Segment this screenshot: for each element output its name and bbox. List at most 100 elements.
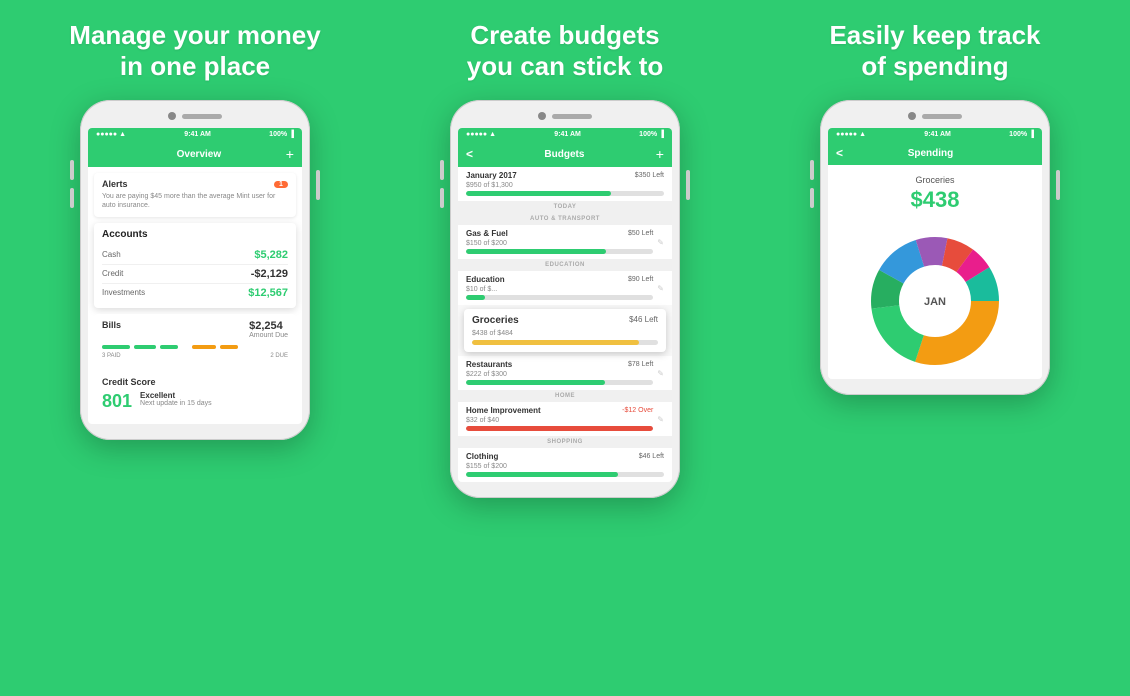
phone-btn-volume-up bbox=[70, 160, 74, 180]
panel-2-title-line2: you can stick to bbox=[467, 51, 664, 81]
panel-1: Manage your money in one place ●●●●● ▲ 9… bbox=[25, 20, 365, 440]
edit-edu-icon[interactable]: ✎ bbox=[657, 284, 664, 293]
alert-title: Alerts bbox=[102, 179, 128, 189]
credit-label: Excellent bbox=[140, 391, 212, 400]
phone-3-top bbox=[828, 112, 1042, 120]
budget-rest-name: Restaurants bbox=[466, 360, 512, 369]
credit-score: 801 bbox=[102, 391, 132, 412]
battery-pct-1: 100% bbox=[269, 131, 287, 138]
credit-sub: Next update in 15 days bbox=[140, 400, 212, 407]
phone-3-btn-volume-down bbox=[810, 188, 814, 208]
donut-container: JAN bbox=[828, 223, 1042, 379]
main-container: Manage your money in one place ●●●●● ▲ 9… bbox=[0, 0, 1130, 696]
phone-2: ●●●●● ▲ 9:41 AM 100% ▐ < Budgets + Janua… bbox=[450, 100, 680, 498]
edit-home-icon[interactable]: ✎ bbox=[657, 415, 664, 424]
credit-title: Credit Score bbox=[102, 377, 288, 387]
panel-2-title: Create budgets you can stick to bbox=[467, 20, 664, 82]
phone-2-screen: ●●●●● ▲ 9:41 AM 100% ▐ < Budgets + Janua… bbox=[458, 128, 672, 482]
phone-2-camera bbox=[538, 112, 546, 120]
phone-2-speaker bbox=[552, 114, 592, 119]
battery-pct-2: 100% bbox=[639, 131, 657, 138]
nav-add-2[interactable]: + bbox=[656, 146, 664, 162]
nav-add-1[interactable]: + bbox=[286, 146, 294, 162]
section-auto: AUTO & TRANSPORT bbox=[458, 213, 672, 225]
battery-icon-1: ▐ bbox=[289, 131, 294, 138]
grocery-left: $46 Left bbox=[629, 315, 658, 326]
bills-paid-label: 3 PAID bbox=[102, 353, 121, 359]
panel-2-title-line1: Create budgets bbox=[470, 20, 659, 50]
panel-1-title: Manage your money in one place bbox=[69, 20, 320, 82]
account-val-cash: $5,282 bbox=[254, 249, 288, 261]
grocery-header: Groceries $46 Left bbox=[472, 315, 658, 326]
account-val-credit: -$2,129 bbox=[251, 268, 288, 280]
signal-icon: ●●●●● ▲ bbox=[96, 131, 126, 138]
budget-gas-left: $50 Left bbox=[628, 230, 653, 237]
account-row-investments: Investments $12,567 bbox=[102, 284, 288, 302]
nav-back-3[interactable]: < bbox=[836, 146, 843, 160]
nav-bar-2: < Budgets + bbox=[458, 141, 672, 167]
budget-edu-track bbox=[466, 295, 653, 300]
phone-1-speaker bbox=[182, 114, 222, 119]
budget-edu-header: Education $90 Left bbox=[466, 275, 653, 284]
bill-bar-due-1 bbox=[192, 345, 216, 349]
phone-3-speaker bbox=[922, 114, 962, 119]
budget-rest-content: Restaurants $78 Left $222 of $300 bbox=[466, 360, 653, 386]
bills-bars bbox=[102, 345, 288, 349]
grocery-track bbox=[472, 340, 658, 345]
bill-bar-paid-1 bbox=[102, 345, 130, 349]
grocery-card: Groceries $46 Left $438 of $484 bbox=[464, 309, 666, 352]
section-home: HOME bbox=[458, 390, 672, 402]
budget-home-content: Home Improvement -$12 Over $32 of $40 bbox=[466, 406, 653, 432]
budget-edu-fill bbox=[466, 295, 485, 300]
edit-rest-icon[interactable]: ✎ bbox=[657, 369, 664, 378]
account-name-investments: Investments bbox=[102, 288, 145, 297]
section-edu: EDUCATION bbox=[458, 259, 672, 271]
phone-2-top bbox=[458, 112, 672, 120]
alert-text: You are paying $45 more than the average… bbox=[102, 192, 288, 210]
spending-category: Groceries bbox=[836, 175, 1034, 185]
bills-amount-group: $2,254 Amount Due bbox=[249, 320, 288, 339]
nav-back-2[interactable]: < bbox=[466, 147, 473, 161]
signal-2-icon: ●●●●● ▲ bbox=[466, 131, 496, 138]
edit-gas-icon[interactable]: ✎ bbox=[657, 238, 664, 247]
nav-bar-3: < Spending bbox=[828, 141, 1042, 165]
budget-gas-row: Gas & Fuel $50 Left $150 of $200 ✎ bbox=[458, 225, 672, 259]
battery-2: 100% ▐ bbox=[639, 131, 664, 138]
credit-info: Excellent Next update in 15 days bbox=[140, 391, 212, 407]
panel-2: Create budgets you can stick to ●●●●● ▲ … bbox=[395, 20, 735, 498]
account-name-credit: Credit bbox=[102, 269, 123, 278]
budget-home-left: -$12 Over bbox=[622, 407, 653, 414]
signal-3-icon: ●●●●● ▲ bbox=[836, 131, 866, 138]
budget-clothing-sub: $155 of $200 bbox=[466, 463, 664, 470]
credit-row: 801 Excellent Next update in 15 days bbox=[102, 391, 288, 412]
section-shopping: SHOPPING bbox=[458, 436, 672, 448]
bills-title: Bills bbox=[102, 320, 121, 330]
bill-bar-paid-2 bbox=[134, 345, 156, 349]
bills-amount: $2,254 bbox=[249, 320, 288, 332]
budget-clothing-fill bbox=[466, 472, 618, 477]
budget-home-fill bbox=[466, 426, 653, 431]
account-row-credit: Credit -$2,129 bbox=[102, 265, 288, 284]
spending-amount: $438 bbox=[836, 187, 1034, 213]
budget-month-sub: $950 of $1,300 bbox=[466, 182, 664, 189]
budget-home-track bbox=[466, 426, 653, 431]
budget-edu-row: Education $90 Left $10 of $... ✎ bbox=[458, 271, 672, 305]
account-name-cash: Cash bbox=[102, 250, 121, 259]
budget-clothing-row: Clothing $46 Left $155 of $200 bbox=[458, 448, 672, 482]
phone-3-screen: ●●●●● ▲ 9:41 AM 100% ▐ < Spending Grocer… bbox=[828, 128, 1042, 379]
nav-bar-1: Overview + bbox=[88, 141, 302, 167]
status-bar-3: ●●●●● ▲ 9:41 AM 100% ▐ bbox=[828, 128, 1042, 141]
budget-rest-sub: $222 of $300 bbox=[466, 371, 653, 378]
panel-3-title-line2: of spending bbox=[861, 51, 1008, 81]
budget-home-sub: $32 of $40 bbox=[466, 417, 653, 424]
battery-1: 100% ▐ bbox=[269, 131, 294, 138]
phone-1: ●●●●● ▲ 9:41 AM 100% ▐ Overview + Al bbox=[80, 100, 310, 439]
grocery-name: Groceries bbox=[472, 315, 519, 326]
nav-title-1: Overview bbox=[177, 149, 221, 160]
panel-1-title-line1: Manage your money bbox=[69, 20, 320, 50]
phone-3-camera bbox=[908, 112, 916, 120]
bills-due-label: 2 DUE bbox=[270, 353, 288, 359]
phone-btn-power bbox=[316, 170, 320, 200]
budget-rest-fill bbox=[466, 380, 605, 385]
status-bar-2: ●●●●● ▲ 9:41 AM 100% ▐ bbox=[458, 128, 672, 141]
